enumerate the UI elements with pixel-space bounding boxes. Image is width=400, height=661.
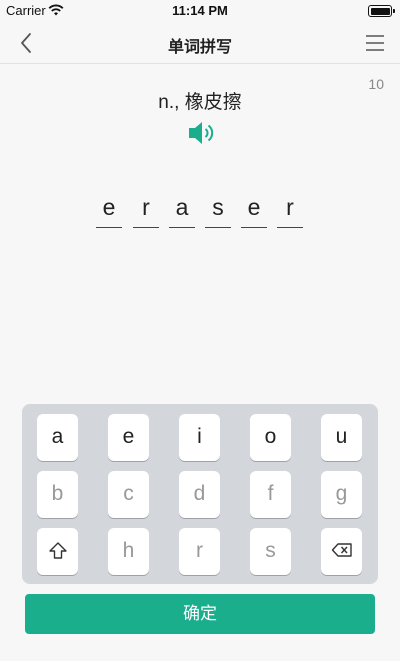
speaker-icon <box>189 122 214 144</box>
letter-slot[interactable]: s <box>205 192 231 228</box>
word-definition: n., 橡皮擦 <box>158 92 242 113</box>
key-h[interactable]: h <box>108 528 149 575</box>
menu-button[interactable] <box>362 30 388 56</box>
letter-slot[interactable]: e <box>241 192 267 228</box>
letter-slot[interactable]: r <box>133 192 159 228</box>
key-s[interactable]: s <box>250 528 291 575</box>
battery-icon <box>368 5 395 17</box>
navigation-bar: 单词拼写 <box>0 22 400 64</box>
page-title: 单词拼写 <box>167 39 232 56</box>
letter-slot[interactable]: e <box>96 192 122 228</box>
key-b[interactable]: b <box>37 471 78 518</box>
shift-key[interactable] <box>37 528 78 575</box>
confirm-button[interactable]: 确定 <box>25 594 375 634</box>
delete-icon <box>331 543 352 557</box>
key-i[interactable]: i <box>179 414 220 461</box>
letter-keyboard: a e i o u b c d f g h r s <box>22 404 378 584</box>
key-d[interactable]: d <box>179 471 220 518</box>
delete-key[interactable] <box>321 528 362 575</box>
key-c[interactable]: c <box>108 471 149 518</box>
key-g[interactable]: g <box>321 471 362 518</box>
letter-slot[interactable]: r <box>277 192 303 228</box>
play-audio-button[interactable] <box>187 119 217 147</box>
clock: 11:14 PM <box>172 3 228 18</box>
key-u[interactable]: u <box>321 414 362 461</box>
key-r[interactable]: r <box>179 528 220 575</box>
shift-icon <box>48 542 67 559</box>
key-e[interactable]: e <box>108 414 149 461</box>
key-f[interactable]: f <box>250 471 291 518</box>
key-o[interactable]: o <box>250 414 291 461</box>
hamburger-menu-icon <box>366 35 384 51</box>
letter-slot[interactable]: a <box>169 192 195 228</box>
key-a[interactable]: a <box>37 414 78 461</box>
answer-letters: e r a s e r <box>96 192 308 228</box>
status-bar: Carrier 11:14 PM <box>0 0 400 22</box>
